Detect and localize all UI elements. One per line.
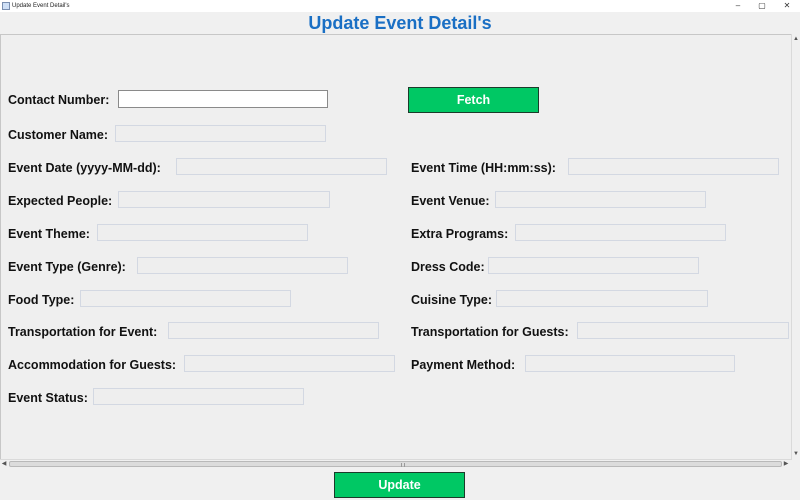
transportation-guests-field[interactable] (577, 322, 789, 339)
fetch-button[interactable]: Fetch (408, 87, 539, 113)
scroll-up-icon[interactable]: ▲ (792, 35, 800, 43)
expected-people-label: Expected People: (8, 194, 113, 208)
event-time-field[interactable] (568, 158, 779, 175)
event-date-field[interactable] (176, 158, 387, 175)
contact-number-input[interactable] (118, 90, 328, 108)
page-title: Update Event Detail's (308, 13, 492, 33)
close-icon[interactable]: ✕ (776, 0, 798, 12)
extra-programs-label: Extra Programs: (411, 227, 509, 241)
horizontal-scrollbar[interactable]: ◀ ▶ (0, 459, 791, 469)
dress-code-label: Dress Code: (411, 260, 485, 274)
payment-method-field[interactable] (525, 355, 735, 372)
event-theme-field[interactable] (97, 224, 308, 241)
scroll-grip-icon (401, 463, 405, 467)
payment-method-label: Payment Method: (411, 358, 516, 372)
cuisine-type-field[interactable] (496, 290, 708, 307)
cuisine-type-label: Cuisine Type: (411, 293, 493, 307)
food-type-field[interactable] (80, 290, 291, 307)
window-title: Update Event Detail's (12, 3, 70, 9)
update-button[interactable]: Update (334, 472, 465, 498)
event-type-field[interactable] (137, 257, 348, 274)
accommodation-guests-field[interactable] (184, 355, 395, 372)
scroll-right-icon[interactable]: ▶ (782, 460, 790, 469)
maximize-icon[interactable]: ▢ (751, 0, 773, 12)
event-time-label: Event Time (HH:mm:ss): (411, 161, 556, 175)
event-status-field[interactable] (93, 388, 304, 405)
accommodation-guests-label: Accommodation for Guests: (8, 358, 177, 372)
transportation-event-label: Transportation for Event: (8, 325, 158, 339)
app-icon (2, 2, 10, 10)
extra-programs-field[interactable] (515, 224, 726, 241)
transportation-event-field[interactable] (168, 322, 379, 339)
event-venue-field[interactable] (495, 191, 706, 208)
event-date-label: Event Date (yyyy-MM-dd): (8, 161, 161, 175)
event-theme-label: Event Theme: (8, 227, 90, 241)
horizontal-scroll-thumb[interactable] (9, 461, 782, 467)
event-type-label: Event Type (Genre): (8, 260, 126, 274)
minimize-icon[interactable]: – (727, 0, 749, 12)
dress-code-field[interactable] (488, 257, 699, 274)
window-titlebar: Update Event Detail's – ▢ ✕ (0, 0, 800, 12)
customer-name-label: Customer Name: (8, 128, 109, 142)
vertical-scrollbar[interactable]: ▲ ▼ (791, 34, 800, 460)
transportation-guests-label: Transportation for Guests: (411, 325, 569, 339)
food-type-label: Food Type: (8, 293, 75, 307)
event-venue-label: Event Venue: (411, 194, 490, 208)
customer-name-field[interactable] (115, 125, 326, 142)
contact-number-label: Contact Number: (8, 93, 110, 107)
event-status-label: Event Status: (8, 391, 88, 405)
scroll-down-icon[interactable]: ▼ (792, 450, 800, 458)
expected-people-field[interactable] (118, 191, 330, 208)
scroll-left-icon[interactable]: ◀ (0, 460, 8, 469)
